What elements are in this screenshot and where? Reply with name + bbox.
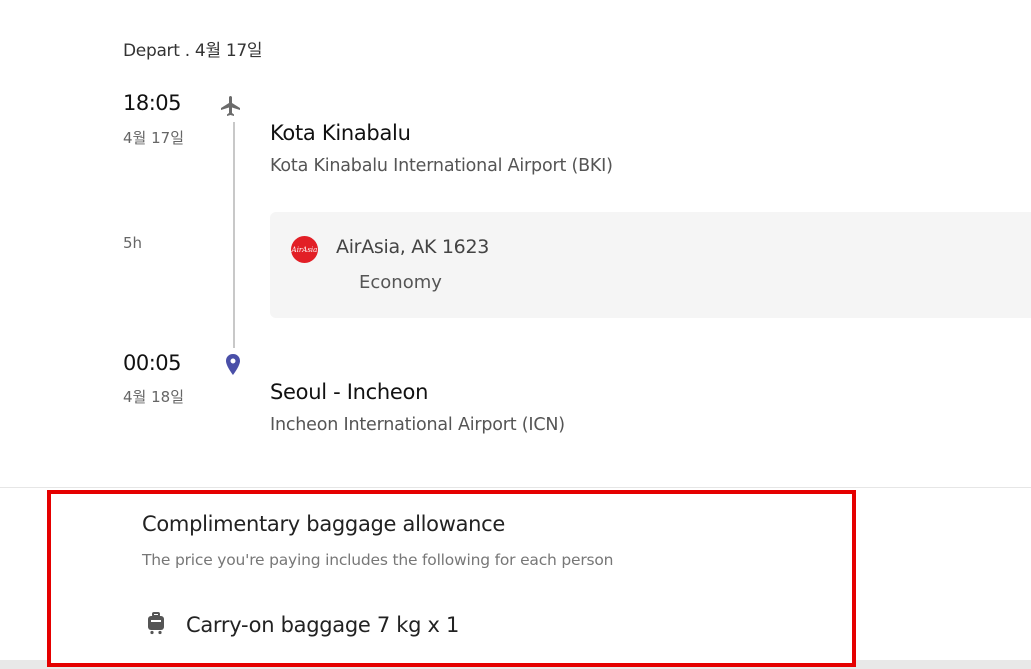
departure-date: 4월 17일 [123, 129, 184, 147]
plane-icon [221, 96, 240, 116]
carry-on-baggage-item: Carry-on baggage 7 kg x 1 [186, 613, 460, 637]
airline-flight-number: AirAsia, AK 1623 [336, 236, 490, 258]
flight-duration: 5h [123, 234, 143, 252]
location-pin-icon [226, 354, 240, 375]
carry-on-bag-icon [148, 612, 164, 635]
departure-city: Kota Kinabalu [270, 121, 411, 145]
arrival-airport: Incheon International Airport (ICN) [270, 415, 565, 435]
airasia-logo-icon: AirAsia [291, 236, 318, 263]
baggage-allowance-section: Complimentary baggage allowance The pric… [47, 490, 856, 667]
arrival-time: 00:05 [123, 351, 182, 375]
baggage-subtitle: The price you're paying includes the fol… [142, 551, 614, 569]
section-divider [0, 487, 1031, 488]
flight-details-page: Depart . 4월 17일 18:05 4월 17일 Kota Kinaba… [0, 0, 1031, 669]
departure-airport: Kota Kinabalu International Airport (BKI… [270, 156, 613, 176]
depart-header: Depart . 4월 17일 [123, 41, 263, 61]
arrival-city: Seoul - Incheon [270, 380, 429, 404]
baggage-title: Complimentary baggage allowance [142, 512, 506, 536]
flight-info-card: AirAsia AirAsia, AK 1623 Economy [270, 212, 1031, 318]
departure-time: 18:05 [123, 91, 182, 115]
timeline-line [233, 122, 235, 348]
cabin-class: Economy [359, 272, 442, 293]
arrival-date: 4월 18일 [123, 388, 184, 406]
